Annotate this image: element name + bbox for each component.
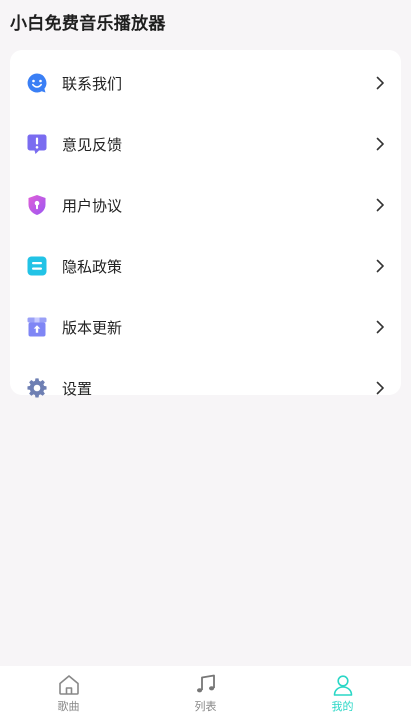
tab-list[interactable]: 列表 xyxy=(137,666,274,717)
box-upload-icon xyxy=(26,316,48,338)
chevron-right-icon xyxy=(373,137,387,151)
menu-label: 联系我们 xyxy=(62,74,123,93)
menu-label: 版本更新 xyxy=(62,318,123,337)
tab-label: 我的 xyxy=(331,700,354,713)
menu-item-contact-us[interactable]: 联系我们 xyxy=(10,55,401,111)
menu-item-privacy-policy[interactable]: 隐私政策 xyxy=(10,238,401,294)
music-note-icon xyxy=(194,673,218,697)
menu-item-settings[interactable]: 设置 xyxy=(10,360,401,416)
shield-lock-icon xyxy=(26,194,48,216)
menu-label: 意见反馈 xyxy=(62,135,123,154)
tab-mine[interactable]: 我的 xyxy=(274,666,411,717)
menu-label: 隐私政策 xyxy=(62,257,123,276)
gear-icon xyxy=(26,377,48,399)
chevron-right-icon xyxy=(373,320,387,334)
menu-card: 联系我们 意见反馈 用户协议 隐私政策 版本更新 设置 xyxy=(10,50,401,398)
menu-item-version-update[interactable]: 版本更新 xyxy=(10,299,401,355)
app-title: 小白免费音乐播放器 xyxy=(10,14,166,34)
menu-label: 设置 xyxy=(62,379,93,398)
chevron-right-icon xyxy=(373,381,387,395)
chevron-right-icon xyxy=(373,76,387,90)
menu-item-user-agreement[interactable]: 用户协议 xyxy=(10,177,401,233)
home-icon xyxy=(57,673,81,697)
chevron-right-icon xyxy=(373,198,387,212)
document-lines-icon xyxy=(26,255,48,277)
chat-smile-icon xyxy=(26,72,48,94)
menu-item-feedback[interactable]: 意见反馈 xyxy=(10,116,401,172)
tab-songs[interactable]: 歌曲 xyxy=(0,666,137,717)
feedback-exclamation-icon xyxy=(26,133,48,155)
menu-label: 用户协议 xyxy=(62,196,123,215)
tab-label: 歌曲 xyxy=(57,700,80,713)
user-icon xyxy=(331,673,355,697)
tab-label: 列表 xyxy=(194,700,217,713)
chevron-right-icon xyxy=(373,259,387,273)
bottom-tab-bar: 歌曲 列表 我的 xyxy=(0,666,411,717)
